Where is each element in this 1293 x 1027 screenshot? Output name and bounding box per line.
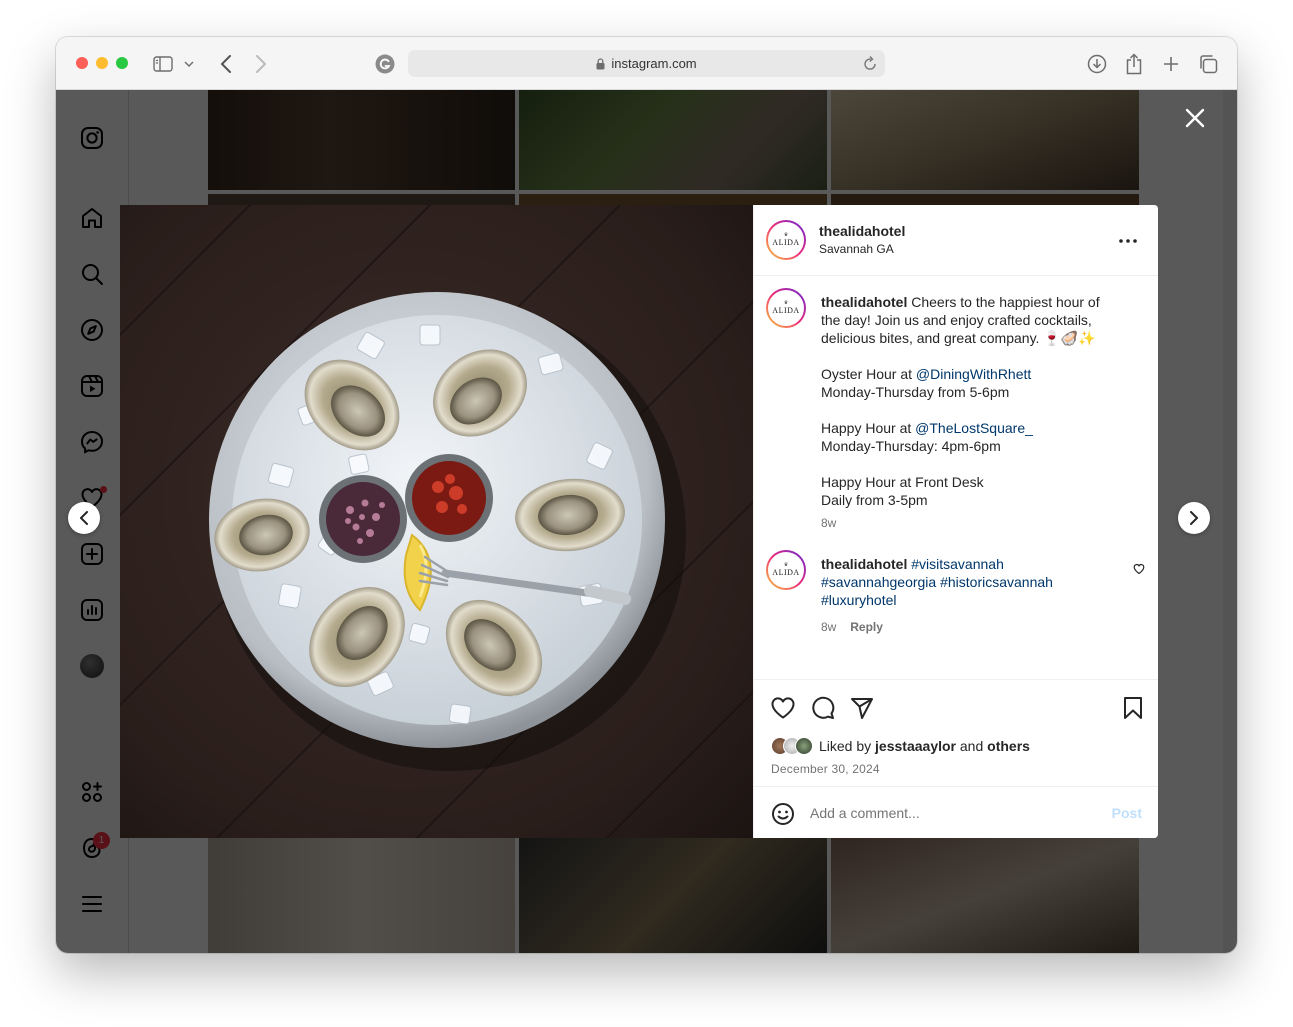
tab-overview-icon[interactable] (1197, 53, 1219, 75)
post-details-panel: ♛ ALIDA thealidahotel Savannah GA ♛ ALID… (753, 205, 1158, 838)
address-bar[interactable]: instagram.com (408, 50, 885, 77)
post-date[interactable]: December 30, 2024 (771, 762, 880, 776)
liker-username[interactable]: jesstaaaylor (875, 738, 956, 754)
caption-line: Happy Hour at (821, 420, 916, 436)
new-tab-icon[interactable] (1160, 53, 1182, 75)
grammarly-extension-icon[interactable] (374, 53, 396, 75)
comment-input[interactable] (810, 805, 1090, 821)
post-modal: ♛ ALIDA thealidahotel Savannah GA ♛ ALID… (120, 205, 1158, 838)
post-actions: Liked by jesstaaaylor and others Decembe… (754, 679, 1158, 786)
minimize-window-button[interactable] (96, 57, 108, 69)
likes-others-link[interactable]: others (987, 738, 1030, 754)
liker-avatars[interactable] (771, 737, 813, 755)
url-text: instagram.com (611, 56, 697, 71)
author-username[interactable]: thealidahotel (819, 223, 905, 239)
back-icon[interactable] (215, 53, 237, 75)
avatar (795, 737, 813, 755)
next-post-button[interactable] (1178, 502, 1210, 534)
mention-link[interactable]: @TheLostSquare_ (915, 420, 1033, 436)
post-location[interactable]: Savannah GA (819, 242, 905, 256)
post-caption: thealidahotel Cheers to the happiest hou… (821, 293, 1121, 532)
save-bookmark-icon[interactable] (1120, 695, 1146, 721)
post-image-oysters[interactable] (120, 205, 753, 838)
likes-middle: and (956, 738, 988, 754)
chevron-down-icon[interactable] (182, 53, 196, 75)
caption-username[interactable]: thealidahotel (821, 294, 907, 310)
add-comment-bar: Post (754, 786, 1158, 838)
mention-link[interactable]: @DiningWithRhett (916, 366, 1031, 382)
likes-summary: Liked by jesstaaaylor and others (771, 736, 1030, 756)
scrollbar[interactable] (1223, 90, 1237, 953)
caption-line: Happy Hour at Front Desk (821, 474, 984, 490)
avatar-logo: ALIDA (772, 238, 800, 247)
like-comment-heart-icon[interactable] (1132, 562, 1146, 576)
lock-icon (596, 57, 605, 70)
previous-post-button[interactable] (68, 502, 100, 534)
emoji-icon[interactable] (770, 801, 796, 827)
avatar-logo: ALIDA (772, 306, 800, 315)
browser-window: instagram.com ♛ ALIDA thealidahotel Sava… (56, 37, 1237, 953)
zoom-window-button[interactable] (116, 57, 128, 69)
caption-age[interactable]: 8w (821, 514, 1121, 532)
share-paper-plane-icon[interactable] (849, 695, 875, 721)
caption-avatar[interactable]: ♛ ALIDA (766, 288, 806, 328)
like-heart-icon[interactable] (770, 695, 796, 721)
more-options-icon[interactable] (1116, 231, 1140, 251)
reload-icon[interactable] (863, 55, 877, 71)
forward-icon[interactable] (250, 53, 272, 75)
comment-bubble-icon[interactable] (810, 695, 836, 721)
downloads-icon[interactable] (1086, 53, 1108, 75)
caption-line: Monday-Thursday: 4pm-6pm (821, 438, 1001, 454)
comment: thealidahotel #visitsavannah #savannahge… (821, 555, 1071, 636)
caption-line: Monday-Thursday from 5-6pm (821, 384, 1010, 400)
post-header: ♛ ALIDA thealidahotel Savannah GA (754, 205, 1158, 276)
caption-line: Daily from 3-5pm (821, 492, 928, 508)
close-modal-icon[interactable] (1182, 105, 1208, 131)
share-icon[interactable] (1123, 53, 1145, 75)
reply-button[interactable]: Reply (850, 620, 883, 634)
sidebar-toggle-icon[interactable] (152, 53, 174, 75)
close-window-button[interactable] (76, 57, 88, 69)
avatar-logo: ALIDA (772, 568, 800, 577)
author-avatar[interactable]: ♛ ALIDA (766, 220, 806, 260)
comment-username[interactable]: thealidahotel (821, 556, 907, 572)
instagram-page: 1 (56, 90, 1223, 953)
caption-line: Oyster Hour at (821, 366, 916, 382)
comment-avatar[interactable]: ♛ ALIDA (766, 550, 806, 590)
browser-toolbar: instagram.com (56, 37, 1237, 90)
author-info: thealidahotel Savannah GA (819, 223, 905, 256)
likes-prefix: Liked by (819, 738, 876, 754)
comment-age[interactable]: 8w (821, 620, 836, 634)
post-comment-button[interactable]: Post (1112, 805, 1142, 821)
